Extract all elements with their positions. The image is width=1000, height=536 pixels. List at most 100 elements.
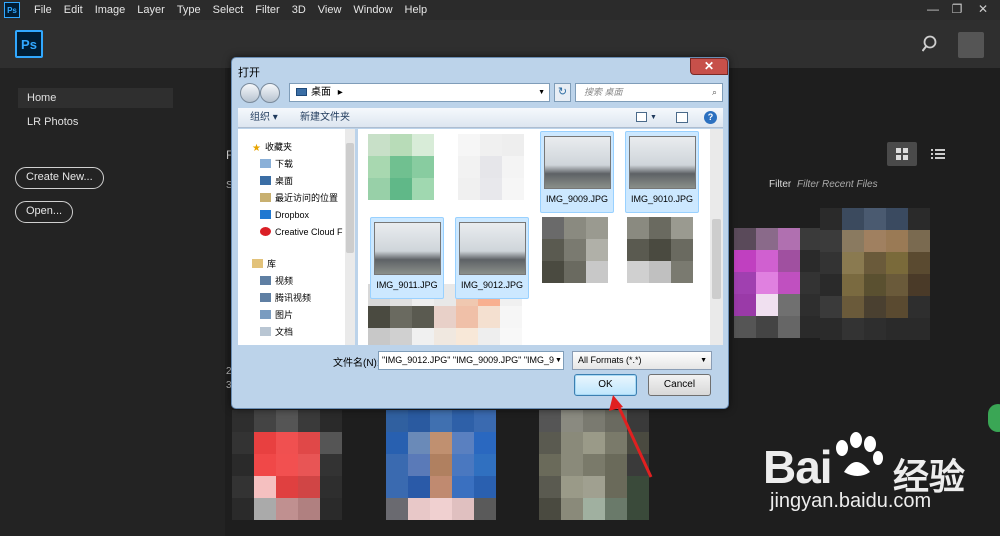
thumbnail-pixel — [298, 454, 320, 476]
filetype-value: All Formats (*.*) — [578, 355, 642, 365]
file-item[interactable]: IMG_9012.JPG — [455, 217, 529, 299]
pictures-icon — [260, 310, 271, 319]
thumbnail-pixel — [480, 156, 502, 178]
nav-recent-places[interactable]: 最近访问的位置 — [260, 191, 338, 205]
menu-file[interactable]: File — [28, 0, 58, 20]
avatar[interactable] — [958, 32, 984, 58]
search-input[interactable]: 搜索 桌面 ⌕ — [575, 83, 723, 102]
ok-button[interactable]: OK — [574, 374, 637, 396]
menu-select[interactable]: Select — [207, 0, 250, 20]
sidebar-item-home[interactable]: Home — [18, 88, 173, 108]
open-button[interactable]: Open... — [15, 201, 74, 223]
nav-label: 最近访问的位置 — [275, 193, 339, 203]
thumbnail-pixel — [583, 476, 605, 498]
create-new-button[interactable]: Create New... — [15, 167, 104, 189]
nav-pictures[interactable]: 图片 — [260, 308, 293, 322]
menu-image[interactable]: Image — [89, 0, 132, 20]
thumbnail-pixel — [430, 476, 452, 498]
thumbnail-pixel — [430, 454, 452, 476]
thumbnail-pixel — [480, 134, 502, 156]
thumbnail-pixel — [390, 178, 412, 200]
nav-label: 下载 — [275, 159, 294, 169]
thumbnail-pixel — [564, 261, 586, 283]
preview-pane-icon[interactable] — [676, 112, 688, 123]
documents-icon — [260, 327, 271, 336]
thumbnail-pixel — [320, 476, 342, 498]
dialog-close-button[interactable]: ✕ — [690, 58, 728, 75]
file-item[interactable]: IMG_9010.JPG — [625, 131, 699, 213]
nav-desktop[interactable]: 桌面 — [260, 174, 293, 188]
nav-tencent-video[interactable]: 腾讯视频 — [260, 291, 311, 305]
thumbnail-pixel — [434, 328, 456, 345]
refresh-icon[interactable]: ↻ — [554, 83, 571, 102]
thumbnail-pixel — [298, 410, 320, 432]
file-item[interactable]: IMG_9009.JPG — [540, 131, 614, 213]
nav-dropbox[interactable]: Dropbox — [260, 208, 309, 222]
forward-arrow-icon[interactable] — [260, 83, 280, 103]
organize-button[interactable]: 组织 ▾ — [250, 108, 278, 128]
restore-icon[interactable]: ❐ — [946, 0, 968, 18]
help-icon[interactable]: ? — [704, 111, 717, 124]
view-icon[interactable] — [636, 112, 647, 122]
menu-3d[interactable]: 3D — [286, 0, 312, 20]
sidebar-item-lr-photos[interactable]: LR Photos — [18, 112, 173, 132]
grid-view-button[interactable] — [887, 142, 917, 166]
thumbnail-pixel — [561, 454, 583, 476]
image-thumbnail — [629, 136, 696, 189]
cancel-button[interactable]: Cancel — [648, 374, 711, 396]
filter-input[interactable]: Filter Recent Files — [797, 179, 878, 190]
menu-view[interactable]: View — [312, 0, 348, 20]
nav-videos[interactable]: 视频 — [260, 274, 293, 288]
thumbnail-pixel — [452, 454, 474, 476]
menu-help[interactable]: Help — [399, 0, 434, 20]
search-icon[interactable] — [922, 35, 940, 53]
thumbnail-pixel — [778, 316, 800, 338]
thumbnail-pixel — [320, 498, 342, 520]
menu-filter[interactable]: Filter — [249, 0, 285, 20]
thumbnail-pixel — [778, 272, 800, 294]
minimize-icon[interactable]: — — [922, 0, 944, 18]
address-bar[interactable]: 桌面 ▸ ▼ — [289, 83, 550, 102]
nav-creative-cloud[interactable]: Creative Cloud F — [260, 225, 343, 239]
thumbnail-pixel — [232, 410, 254, 432]
thumbnail-pixel — [386, 454, 408, 476]
thumbnail-pixel — [430, 410, 452, 432]
file-list-scrollbar[interactable] — [710, 129, 723, 345]
nav-favorites[interactable]: ★ 收藏夹 — [252, 140, 292, 154]
thumbnail-pixel — [474, 410, 496, 432]
nav-label: 库 — [267, 259, 277, 269]
close-window-icon[interactable]: ✕ — [972, 0, 994, 18]
thumbnail-pixel — [586, 217, 608, 239]
thumbnail-pixel — [864, 252, 886, 274]
menu-window[interactable]: Window — [347, 0, 398, 20]
filename-input[interactable]: "IMG_9012.JPG" "IMG_9009.JPG" "IMG_9 — [378, 351, 564, 370]
new-folder-button[interactable]: 新建文件夹 — [300, 108, 350, 128]
thumbnail-pixel — [908, 318, 930, 340]
thumbnail-pixel — [412, 134, 434, 156]
menu-edit[interactable]: Edit — [58, 0, 89, 20]
thumbnail-pixel — [452, 476, 474, 498]
nav-label: 腾讯视频 — [275, 293, 312, 303]
nav-documents[interactable]: 文档 — [260, 325, 293, 339]
list-view-icon[interactable] — [930, 146, 946, 162]
thumbnail-pixel — [864, 296, 886, 318]
nav-downloads[interactable]: 下载 — [260, 157, 293, 171]
nav-label: 视频 — [275, 276, 294, 286]
nav-libraries[interactable]: 库 — [252, 257, 276, 271]
thumbnail-pixel — [539, 476, 561, 498]
thumbnail-pixel — [298, 498, 320, 520]
filetype-select[interactable]: All Formats (*.*) ▼ — [572, 351, 712, 370]
view-dropdown-icon[interactable]: ▼ — [650, 108, 657, 128]
thumbnail-pixel — [456, 306, 478, 328]
back-arrow-icon[interactable] — [240, 83, 260, 103]
file-item[interactable]: IMG_9011.JPG — [370, 217, 444, 299]
thumbnail-pixel — [908, 274, 930, 296]
thumbnail-pixel — [561, 476, 583, 498]
address-dropdown-icon[interactable]: ▼ — [538, 84, 545, 101]
filename-dropdown-icon[interactable]: ▼ — [553, 352, 564, 369]
image-thumbnail — [459, 222, 526, 275]
menu-layer[interactable]: Layer — [131, 0, 171, 20]
menu-type[interactable]: Type — [171, 0, 207, 20]
breadcrumb-arrow-icon[interactable]: ▸ — [338, 87, 343, 98]
nav-scrollbar[interactable] — [345, 129, 355, 345]
